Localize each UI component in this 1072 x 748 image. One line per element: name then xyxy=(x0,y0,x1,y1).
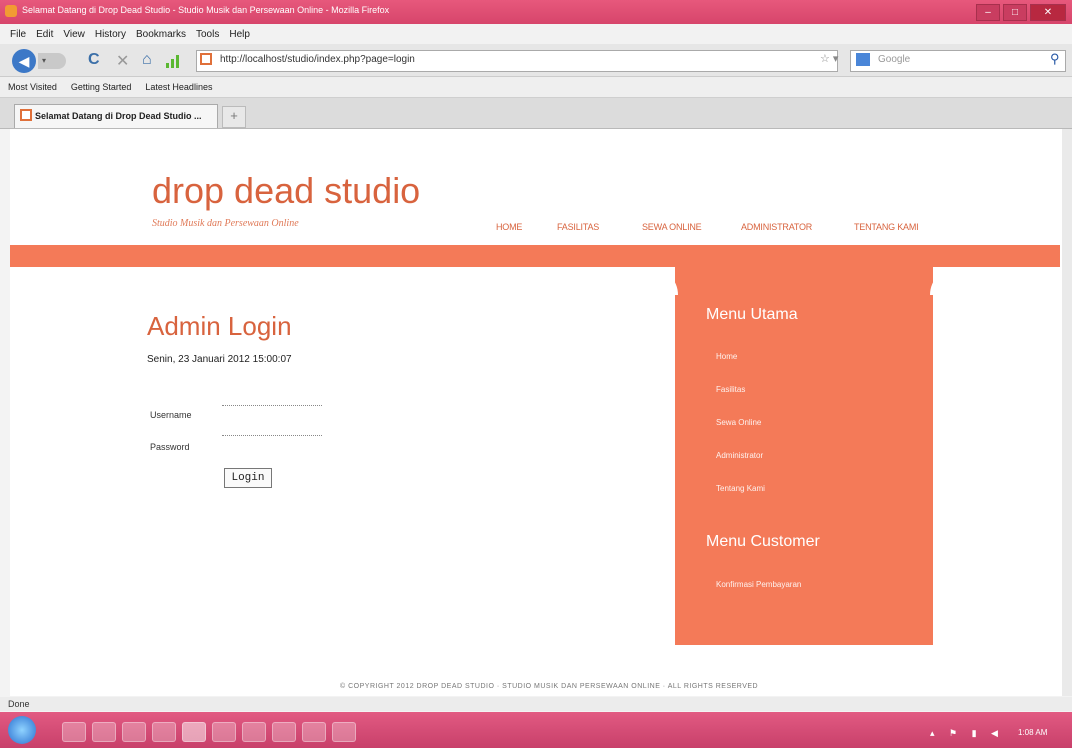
nav-administrator[interactable]: ADMINISTRATOR xyxy=(741,222,812,232)
site-favicon-icon xyxy=(200,53,212,65)
bookmark-getting-started[interactable]: Getting Started xyxy=(71,82,132,92)
app-icon[interactable] xyxy=(242,722,266,742)
nav-tentang-kami[interactable]: TENTANG KAMI xyxy=(854,222,919,232)
password-field[interactable] xyxy=(222,435,322,436)
start-button[interactable] xyxy=(8,716,36,744)
sidebar-item-home[interactable]: Home xyxy=(716,352,737,361)
nav-sewa-online[interactable]: SEWA ONLINE xyxy=(642,222,702,232)
bookmarks-toolbar: Most Visited Getting Started Latest Head… xyxy=(0,77,1072,98)
menu-utama-title: Menu Utama xyxy=(706,306,798,323)
footer-copyright: © COPYRIGHT 2012 DROP DEAD STUDIO · STUD… xyxy=(340,683,759,690)
google-icon[interactable] xyxy=(856,53,870,66)
menu-bookmarks[interactable]: Bookmarks xyxy=(136,29,186,40)
browser-icon[interactable] xyxy=(122,722,146,742)
username-label: Username xyxy=(150,410,192,420)
forward-dropdown-button[interactable]: ▾ xyxy=(38,53,66,69)
app-icon[interactable] xyxy=(152,722,176,742)
window-title: Selamat Datang di Drop Dead Studio - Stu… xyxy=(22,5,390,15)
search-placeholder[interactable]: Google xyxy=(878,54,910,65)
site-tagline: Studio Musik dan Persewaan Online xyxy=(152,218,299,229)
home-icon[interactable]: ⌂ xyxy=(142,51,152,69)
nav-home[interactable]: HOME xyxy=(496,222,522,232)
bookmark-most-visited[interactable]: Most Visited xyxy=(8,82,57,92)
nav-fasilitas[interactable]: FASILITAS xyxy=(557,222,599,232)
vertical-scrollbar[interactable] xyxy=(1062,129,1072,696)
url-text[interactable]: http://localhost/studio/index.php?page=l… xyxy=(220,54,415,65)
close-button[interactable]: ✕ xyxy=(1030,4,1066,21)
folder-icon[interactable] xyxy=(212,722,236,742)
firefox-taskbar-icon[interactable] xyxy=(182,722,206,742)
menu-help[interactable]: Help xyxy=(229,29,250,40)
site-logo[interactable]: drop dead studio xyxy=(152,170,420,212)
system-tray[interactable]: ▴ ⚑ ▮ ◀ xyxy=(930,728,1004,739)
sidebar-item-administrator[interactable]: Administrator xyxy=(716,451,763,460)
app-icon[interactable] xyxy=(272,722,296,742)
login-button[interactable]: Login xyxy=(224,468,272,488)
signal-bars-icon[interactable] xyxy=(166,54,180,68)
menu-edit[interactable]: Edit xyxy=(36,29,53,40)
menu-file[interactable]: File xyxy=(10,29,26,40)
window-controls: – □ ✕ xyxy=(976,4,1066,21)
app-icon[interactable] xyxy=(302,722,326,742)
app-icon[interactable] xyxy=(332,722,356,742)
search-icon[interactable]: ⚲ xyxy=(1050,51,1060,67)
new-tab-button[interactable]: + xyxy=(222,106,246,128)
menu-customer-title: Menu Customer xyxy=(706,533,820,550)
firefox-icon xyxy=(5,5,17,17)
bookmark-latest-headlines[interactable]: Latest Headlines xyxy=(145,82,212,92)
menu-view[interactable]: View xyxy=(63,29,85,40)
tab-favicon-icon xyxy=(20,109,32,121)
media-icon[interactable] xyxy=(92,722,116,742)
status-bar xyxy=(0,697,1072,711)
header-band xyxy=(10,245,1060,267)
sidebar-item-tentang-kami[interactable]: Tentang Kami xyxy=(716,484,765,493)
menu-tools[interactable]: Tools xyxy=(196,29,219,40)
stop-icon[interactable]: ✕ xyxy=(116,51,129,71)
status-text: Done xyxy=(8,699,30,709)
username-field[interactable] xyxy=(222,405,322,406)
page-title: Admin Login xyxy=(147,311,292,341)
sidebar-item-fasilitas[interactable]: Fasilitas xyxy=(716,385,745,394)
menu-bar: File Edit View History Bookmarks Tools H… xyxy=(0,24,1072,44)
minimize-button[interactable]: – xyxy=(976,4,1000,21)
tab-drop-dead-studio[interactable]: Selamat Datang di Drop Dead Studio ... xyxy=(14,104,218,128)
back-arrow-icon[interactable]: ◀ xyxy=(12,49,36,73)
menu-history[interactable]: History xyxy=(95,29,126,40)
sidebar-item-konfirmasi[interactable]: Konfirmasi Pembayaran xyxy=(716,580,801,589)
taskbar-clock[interactable]: 1:08 AM xyxy=(1018,728,1047,737)
password-label: Password xyxy=(150,442,190,452)
sidebar-item-sewa-online[interactable]: Sewa Online xyxy=(716,418,761,427)
explorer-icon[interactable] xyxy=(62,722,86,742)
current-date: Senin, 23 Januari 2012 15:00:07 xyxy=(147,354,292,365)
reload-icon[interactable]: C xyxy=(88,51,100,69)
maximize-button[interactable]: □ xyxy=(1003,4,1027,21)
bookmark-star-icon[interactable]: ☆ ▾ xyxy=(820,52,838,65)
